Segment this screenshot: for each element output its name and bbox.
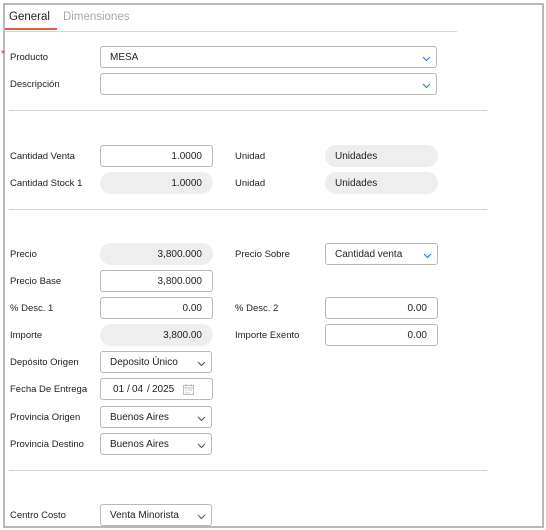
- section-divider: [9, 209, 487, 210]
- provincia-origen-value: Buenos Aires: [110, 412, 169, 423]
- desc2-input[interactable]: 0.00: [325, 297, 438, 319]
- importe-exento-label: Importe Exento: [235, 330, 300, 341]
- precio-base-value: 3,800.000: [157, 276, 203, 287]
- chevron-down-icon: [197, 512, 206, 521]
- chevron-down-icon: [197, 441, 206, 450]
- provincia-destino-label: Provincia Destino: [10, 439, 84, 450]
- deposito-origen-label: Depósito Origen: [10, 357, 79, 368]
- unidad-venta-label: Unidad: [235, 151, 266, 162]
- cantidad-venta-value: 1.0000: [171, 151, 202, 162]
- centro-costo-value: Venta Minorista: [110, 510, 179, 521]
- unidad-stock-value: Unidades: [335, 178, 378, 189]
- fecha-separator: /: [147, 384, 150, 395]
- importe-field: 3,800.00: [100, 324, 213, 346]
- precio-base-input[interactable]: 3,800.000: [100, 270, 213, 292]
- importe-exento-input[interactable]: 0.00: [325, 324, 438, 346]
- unidad-venta-field: Unidades: [325, 145, 438, 167]
- unidad-stock-label: Unidad: [235, 178, 266, 189]
- precio-sobre-value: Cantidad venta: [335, 249, 403, 260]
- desc2-label: % Desc. 2: [235, 303, 279, 314]
- fecha-entrega-input[interactable]: 01 / 04 / 2025: [100, 378, 213, 400]
- desc1-input[interactable]: 0.00: [100, 297, 213, 319]
- producto-value: MESA: [110, 52, 139, 63]
- cantidad-venta-input[interactable]: 1.0000: [100, 145, 213, 167]
- chevron-down-icon: [422, 54, 431, 63]
- precio-sobre-select[interactable]: Cantidad venta: [325, 243, 438, 265]
- deposito-origen-select[interactable]: Deposito Único: [100, 351, 212, 373]
- fecha-month[interactable]: 04: [132, 384, 143, 395]
- centro-costo-label: Centro Costo: [10, 510, 66, 521]
- chevron-down-icon: [197, 359, 206, 368]
- precio-base-label: Precio Base: [10, 276, 62, 287]
- precio-value: 3,800.000: [157, 249, 203, 260]
- desc2-value: 0.00: [407, 303, 427, 314]
- tab-bar: General Dimensiones: [5, 8, 457, 32]
- calendar-icon[interactable]: [183, 384, 194, 395]
- precio-field: 3,800.000: [100, 243, 213, 265]
- chevron-down-icon: [197, 414, 206, 423]
- desc1-value: 0.00: [182, 303, 202, 314]
- provincia-origen-label: Provincia Origen: [10, 412, 81, 423]
- precio-label: Precio: [10, 249, 37, 260]
- fecha-separator: /: [127, 384, 130, 395]
- importe-label: Importe: [10, 330, 43, 341]
- importe-exento-value: 0.00: [407, 330, 427, 341]
- unidad-stock-field: Unidades: [325, 172, 438, 194]
- tab-dimensiones[interactable]: Dimensiones: [63, 11, 129, 23]
- fecha-day[interactable]: 01: [113, 384, 124, 395]
- active-tab-indicator: [5, 28, 57, 30]
- cantidad-stock-label: Cantidad Stock 1: [10, 178, 83, 189]
- chevron-down-icon: [423, 251, 432, 260]
- required-marker: *: [1, 49, 5, 60]
- unidad-venta-value: Unidades: [335, 151, 378, 162]
- provincia-destino-value: Buenos Aires: [110, 439, 169, 450]
- section-divider: [9, 110, 487, 111]
- descripcion-label: Descripción: [10, 79, 60, 90]
- deposito-origen-value: Deposito Único: [110, 357, 178, 368]
- desc1-label: % Desc. 1: [10, 303, 54, 314]
- cantidad-stock-value: 1.0000: [171, 178, 202, 189]
- cantidad-venta-label: Cantidad Venta: [10, 151, 75, 162]
- producto-label: Producto: [10, 52, 49, 63]
- provincia-destino-select[interactable]: Buenos Aires: [100, 433, 212, 455]
- centro-costo-select[interactable]: Venta Minorista: [100, 504, 212, 526]
- descripcion-select[interactable]: [100, 73, 437, 95]
- importe-value: 3,800.00: [163, 330, 202, 341]
- tab-general[interactable]: General: [9, 11, 50, 23]
- fecha-entrega-label: Fecha De Entrega: [10, 384, 88, 395]
- provincia-origen-select[interactable]: Buenos Aires: [100, 406, 212, 428]
- fecha-year[interactable]: 2025: [152, 384, 174, 395]
- chevron-down-icon: [422, 81, 431, 90]
- producto-select[interactable]: MESA: [100, 46, 437, 68]
- precio-sobre-label: Precio Sobre: [235, 249, 290, 260]
- cantidad-stock-field: 1.0000: [100, 172, 213, 194]
- section-divider: [9, 470, 487, 471]
